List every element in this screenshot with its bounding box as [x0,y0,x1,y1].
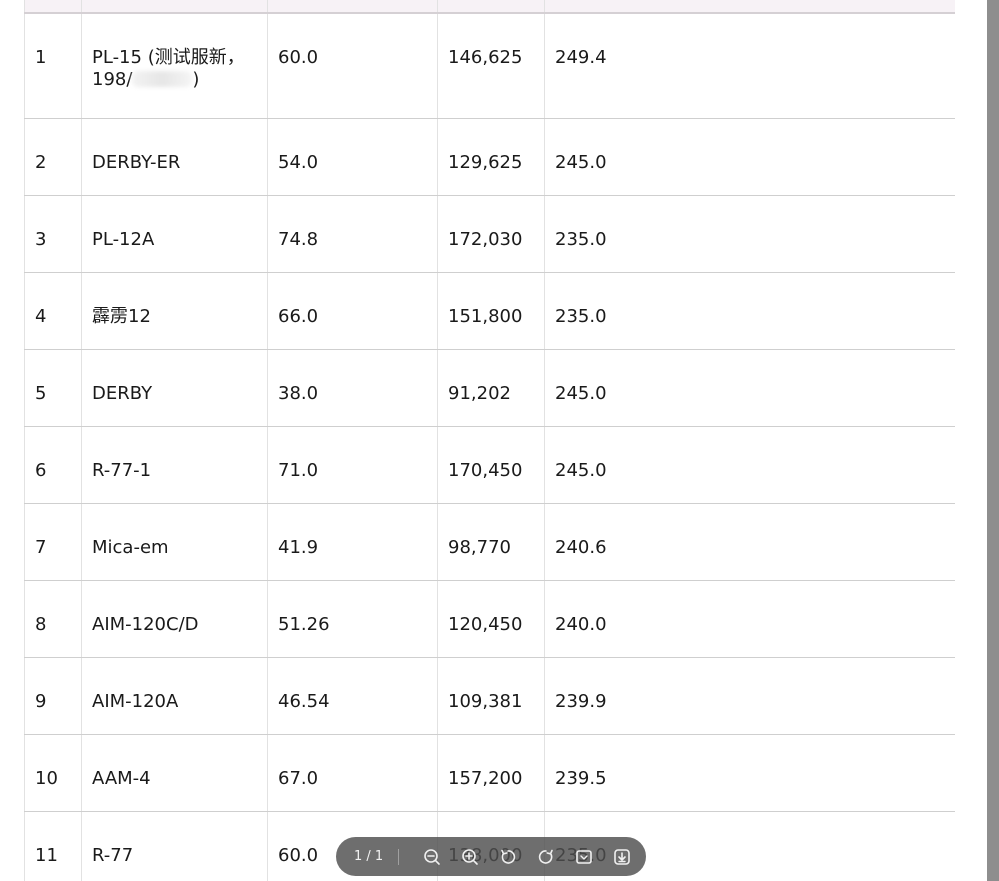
rank-cell: 2 [24,118,82,196]
table-row: 6 R-77-1 71.0 170,450 245.0 [24,426,955,504]
value-cell: 129,625 [437,118,545,196]
value-cell: 120,450 [437,580,545,658]
value-cell: 54.0 [267,118,438,196]
value-cell: 245.0 [544,118,955,196]
value-cell: 157,200 [437,734,545,812]
rank-cell: 5 [24,349,82,427]
table-row: 7 Mica-em 41.9 98,770 240.6 [24,503,955,581]
rank-cell: 7 [24,503,82,581]
table-row: 4 霹雳12 66.0 151,800 235.0 [24,272,955,350]
data-table: 1 PL-15 (测试服新， 198/) 60.0 146,625 249.4 2… [24,0,955,881]
value-cell: 146,625 [437,13,545,119]
table-header-cell [544,0,955,14]
value-cell: 240.0 [544,580,955,658]
rank-cell: 1 [24,13,82,119]
value-cell: 98,770 [437,503,545,581]
name-cell: PL-15 (测试服新， 198/) [81,13,268,119]
value-cell: 91,202 [437,349,545,427]
value-cell: 249.4 [544,13,955,119]
value-cell: 109,381 [437,657,545,735]
vertical-scrollbar[interactable] [987,0,999,881]
table-header-cell [81,0,268,14]
name-text: PL-15 (测试服新， [92,47,245,68]
value-cell: 41.9 [267,503,438,581]
download-button[interactable] [603,837,641,876]
document-page: 1 PL-15 (测试服新， 198/) 60.0 146,625 249.4 2… [24,0,955,881]
table-header-cell [24,0,82,14]
value-cell: 235.0 [544,195,955,273]
value-cell: 245.0 [544,349,955,427]
download-icon [614,848,630,865]
table-row: 10 AAM-4 67.0 157,200 239.5 [24,734,955,812]
table-header-cell [437,0,545,14]
rank-cell: 9 [24,657,82,735]
name-text-suffix: ) [192,69,200,90]
redacted-blur [132,71,193,87]
name-cell: PL-12A [81,195,268,273]
name-cell: R-77-1 [81,426,268,504]
zoom-in-icon [462,848,478,865]
value-cell: 245.0 [544,426,955,504]
fit-page-button[interactable] [565,837,603,876]
table-row: 3 PL-12A 74.8 172,030 235.0 [24,195,955,273]
name-cell: DERBY-ER [81,118,268,196]
value-cell: 67.0 [267,734,438,812]
document-viewer: 1 PL-15 (测试服新， 198/) 60.0 146,625 249.4 2… [0,0,999,881]
name-cell: Mica-em [81,503,268,581]
name-cell: AAM-4 [81,734,268,812]
name-cell: R-77 [81,811,268,881]
rank-cell: 10 [24,734,82,812]
table-row: 9 AIM-120A 46.54 109,381 239.9 [24,657,955,735]
rotate-right-icon [538,849,553,864]
value-cell: 60.0 [267,13,438,119]
zoom-in-button[interactable] [451,837,489,876]
name-text-continued: 198/ [92,69,133,90]
rank-cell: 6 [24,426,82,504]
table-header-row [24,0,955,14]
table-row: 8 AIM-120C/D 51.26 120,450 240.0 [24,580,955,658]
rank-cell: 3 [24,195,82,273]
value-cell: 239.9 [544,657,955,735]
value-cell: 51.26 [267,580,438,658]
table-row: 2 DERBY-ER 54.0 129,625 245.0 [24,118,955,196]
viewer-toolbar: 1 / 1 [336,837,646,876]
toolbar-divider [398,848,399,865]
table-row: 1 PL-15 (测试服新， 198/) 60.0 146,625 249.4 [24,13,955,119]
rank-cell: 11 [24,811,82,881]
fit-page-icon [576,849,592,864]
value-cell: 71.0 [267,426,438,504]
value-cell: 46.54 [267,657,438,735]
rotate-right-button[interactable] [527,837,565,876]
value-cell: 172,030 [437,195,545,273]
value-cell: 151,800 [437,272,545,350]
name-cell: 霹雳12 [81,272,268,350]
table-row: 5 DERBY 38.0 91,202 245.0 [24,349,955,427]
name-cell: DERBY [81,349,268,427]
scrollbar-thumb[interactable] [987,0,999,881]
value-cell: 66.0 [267,272,438,350]
value-cell: 239.5 [544,734,955,812]
zoom-out-icon [424,848,440,865]
name-cell: AIM-120C/D [81,580,268,658]
value-cell: 235.0 [544,272,955,350]
rank-cell: 4 [24,272,82,350]
page-indicator: 1 / 1 [354,849,384,864]
value-cell: 240.6 [544,503,955,581]
rank-cell: 8 [24,580,82,658]
value-cell: 170,450 [437,426,545,504]
zoom-out-button[interactable] [413,837,451,876]
name-cell: AIM-120A [81,657,268,735]
value-cell: 74.8 [267,195,438,273]
rotate-left-button[interactable] [489,837,527,876]
rotate-left-icon [501,849,516,864]
value-cell: 38.0 [267,349,438,427]
table-header-cell [267,0,438,14]
